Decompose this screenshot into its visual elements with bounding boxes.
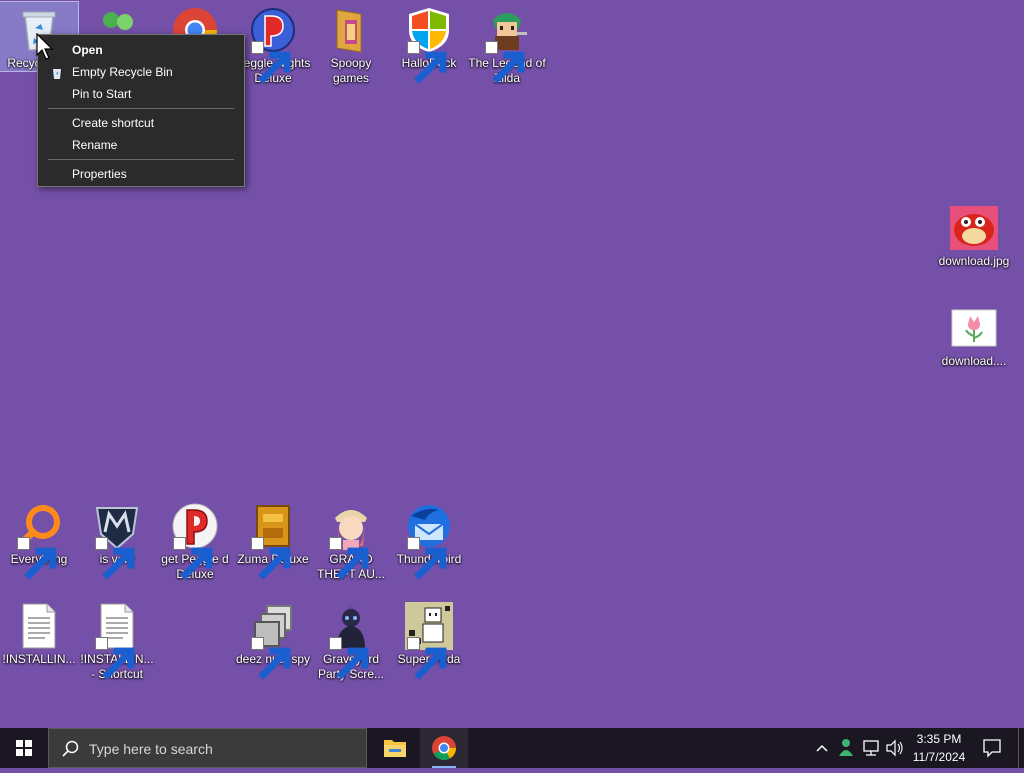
desktop-icon-label: !INSTALLIN... <box>2 652 76 666</box>
desktop-icon-is-very[interactable]: is very <box>78 498 156 580</box>
desktop-icon-hallodock[interactable]: HalloDock <box>390 2 468 84</box>
text-file-icon <box>15 602 63 650</box>
shortcut-arrow-icon <box>173 537 213 580</box>
tray-volume[interactable] <box>884 728 904 768</box>
shortcut-arrow-icon <box>95 637 135 680</box>
zuma-idol-icon <box>249 502 297 580</box>
thunderbird-icon <box>405 502 453 580</box>
desktop-icon-label: Spoopy games <box>330 56 372 85</box>
tray-user-app[interactable] <box>836 728 856 768</box>
show-desktop-button[interactable] <box>1018 728 1024 768</box>
desktop-icon-download-jpg[interactable]: download.jpg <box>935 200 1013 269</box>
dark-figure-icon <box>327 602 375 680</box>
shortcut-arrow-icon <box>251 637 291 680</box>
peggle-icon <box>171 502 219 580</box>
menu-item-open[interactable]: Open <box>38 39 244 61</box>
desktop[interactable]: Recycle Bin Peggle Night <box>0 0 1024 728</box>
menu-item-create-shortcut[interactable]: Create shortcut <box>38 112 244 134</box>
desktop-icon-thunderbird[interactable]: Thunderbird <box>390 498 468 580</box>
stacked-windows-icon <box>249 602 297 680</box>
desktop-icon-label: download.jpg <box>938 254 1010 268</box>
shortcut-arrow-icon <box>95 537 135 580</box>
desktop-icon-everything[interactable]: Everything <box>0 498 78 580</box>
search-placeholder: Type here to search <box>89 741 213 757</box>
text-file-icon <box>93 602 141 680</box>
folder-icon <box>384 740 406 757</box>
menu-item-empty-recycle-bin[interactable]: Empty Recycle Bin <box>38 61 244 83</box>
windows-logo-icon <box>16 740 32 756</box>
shortcut-arrow-icon <box>251 537 291 580</box>
windows-shield-icon <box>405 6 453 84</box>
notification-center-button[interactable] <box>976 728 1008 768</box>
context-menu: Open Empty Recycle Bin Pin to Start Crea… <box>37 34 245 187</box>
tray-overflow-button[interactable] <box>812 728 832 768</box>
desktop-icon-grand-theft[interactable]: GRAND THEFT AU... <box>312 498 390 582</box>
mouse-cursor-icon <box>36 33 54 60</box>
game-character-icon <box>483 6 531 84</box>
shortcut-arrow-icon <box>329 537 369 580</box>
clock-date: 11/7/2024 <box>912 750 966 764</box>
menu-item-pin-to-start[interactable]: Pin to Start <box>38 83 244 105</box>
shortcut-arrow-icon <box>407 41 447 84</box>
desktop-icon-graveyard[interactable]: Graveyard Party Scre... <box>312 598 390 682</box>
desktop-icon-zuma[interactable]: Zuma Deluxe <box>234 498 312 580</box>
badge-logo-icon <box>93 502 141 580</box>
chevron-up-icon <box>816 744 828 752</box>
menu-item-properties[interactable]: Properties <box>38 163 244 185</box>
shortcut-arrow-icon <box>407 637 447 680</box>
folder-icon <box>327 6 375 54</box>
desktop-icon-super-hilda[interactable]: Super Hilda <box>390 598 468 680</box>
search-icon <box>62 740 79 757</box>
taskbar-file-explorer[interactable] <box>371 728 419 768</box>
desktop-icon-spoopy-games[interactable]: Spoopy games <box>312 2 390 86</box>
pixel-art-icon <box>405 602 453 680</box>
menu-separator <box>48 108 234 109</box>
shortcut-arrow-icon <box>329 637 369 680</box>
magnifier-icon <box>15 502 63 580</box>
search-input[interactable]: Type here to search <box>48 728 367 768</box>
menu-item-rename[interactable]: Rename <box>38 134 244 156</box>
desktop-icon-zilda[interactable]: The Legend of Zilda <box>468 2 546 86</box>
clock-time: 3:35 PM <box>916 732 962 746</box>
anime-character-icon <box>327 502 375 580</box>
start-button[interactable] <box>0 728 48 768</box>
desktop-icon-installing-2[interactable]: !INSTALLIN... - Shortcut <box>78 598 156 682</box>
menu-separator <box>48 159 234 160</box>
taskbar: Type here to search 3:35 PM 11/7/2024 <box>0 728 1024 768</box>
desktop-icon-peggle-nights[interactable]: Peggle Nights Deluxe <box>234 2 312 86</box>
chrome-icon <box>432 736 456 761</box>
shortcut-arrow-icon <box>407 537 447 580</box>
desktop-icon-download-2[interactable]: download.... <box>935 300 1013 369</box>
person-icon <box>839 739 853 756</box>
notification-icon <box>983 739 1001 758</box>
shortcut-arrow-icon <box>251 41 291 84</box>
desktop-icon-label: download.... <box>941 354 1007 368</box>
clock[interactable]: 3:35 PM 11/7/2024 <box>904 728 974 768</box>
peggle-nights-icon <box>249 6 297 84</box>
desktop-icon-deez-nuts[interactable]: deez nuts spy <box>234 598 312 680</box>
network-icon <box>863 740 879 756</box>
tray-network[interactable] <box>860 728 882 768</box>
image-thumbnail-icon <box>950 204 998 252</box>
taskbar-chrome[interactable] <box>420 728 468 768</box>
image-thumbnail-icon <box>950 304 998 352</box>
shortcut-arrow-icon <box>17 537 57 580</box>
menu-item-label: Empty Recycle Bin <box>72 65 173 79</box>
speaker-icon <box>886 739 903 757</box>
desktop-icon-get-peggle[interactable]: get Peggle d Deluxe <box>156 498 234 582</box>
desktop-icon-installing-1[interactable]: !INSTALLIN... <box>0 598 78 667</box>
shortcut-arrow-icon <box>485 41 525 84</box>
recycle-bin-icon <box>50 65 64 79</box>
